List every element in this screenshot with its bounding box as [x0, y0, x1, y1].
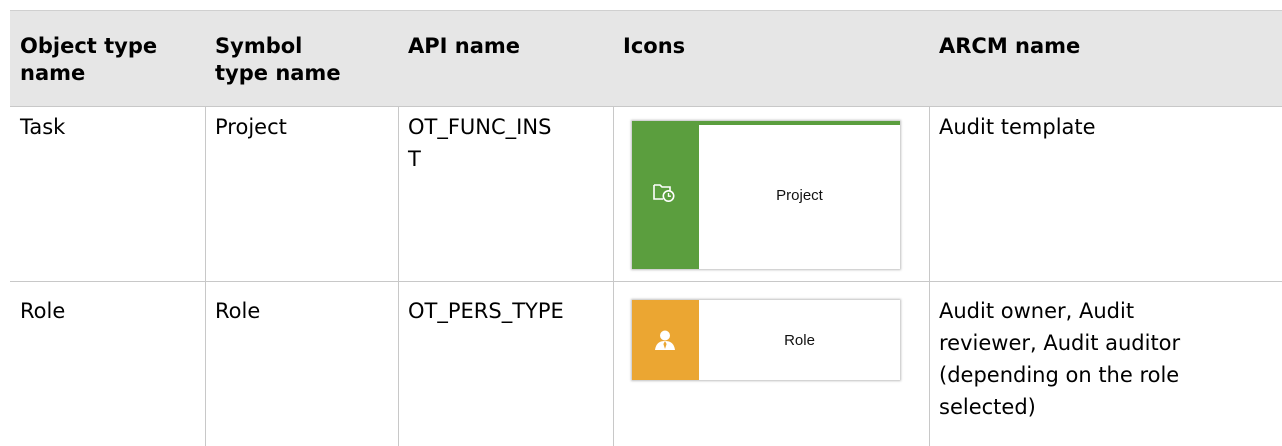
cell-arcm-name: Audit owner, Audit reviewer, Audit audit… — [929, 295, 1282, 423]
person-icon — [655, 330, 675, 350]
card-color-band — [632, 300, 699, 380]
header-symbol-type-name: Symbol type name — [205, 11, 398, 107]
cell-object-type: Role — [20, 299, 66, 323]
header-line: Icons — [623, 34, 686, 58]
cell-symbol-type: Role — [215, 299, 261, 323]
cell-arcm-name: Audit template — [929, 111, 1282, 143]
header-line: name — [20, 61, 86, 85]
header-icons: Icons — [613, 11, 929, 107]
project-folder-clock-icon — [653, 184, 675, 202]
header-line: Object type — [20, 34, 158, 58]
arcm-line: Audit owner, Audit — [939, 299, 1135, 323]
row-divider — [10, 106, 1282, 107]
arcm-line: selected) — [939, 395, 1036, 419]
header-line: Symbol — [215, 34, 303, 58]
role-symbol-card: Role — [632, 300, 900, 380]
api-name-line: T — [408, 147, 421, 171]
cell-symbol-type: Project — [215, 115, 287, 139]
row-divider — [10, 281, 1282, 282]
card-label: Project — [776, 186, 823, 204]
api-name-line: OT_PERS_TYPE — [408, 299, 564, 323]
header-object-type-name: Object type name — [10, 11, 205, 107]
column-divider — [205, 106, 206, 446]
cell-api-name: OT_FUNC_INS T — [398, 111, 613, 175]
header-line: ARCM name — [939, 34, 1081, 58]
card-label: Role — [784, 331, 815, 349]
api-name-line: OT_FUNC_INS — [408, 115, 552, 139]
cell-api-name: OT_PERS_TYPE — [398, 295, 613, 327]
cell-object-type: Task — [20, 115, 66, 139]
arcm-line: reviewer, Audit auditor — [939, 331, 1181, 355]
column-divider — [613, 106, 614, 446]
header-line: type name — [215, 61, 341, 85]
card-color-band — [632, 121, 699, 269]
header-arcm-name: ARCM name — [929, 11, 1282, 107]
header-line: API name — [408, 34, 521, 58]
arcm-line: (depending on the role — [939, 363, 1180, 387]
project-symbol-card: Project — [632, 121, 900, 269]
arcm-line: Audit template — [939, 115, 1096, 139]
header-api-name: API name — [398, 11, 613, 107]
table-header-row: Object type name Symbol type name API na… — [10, 10, 1282, 107]
